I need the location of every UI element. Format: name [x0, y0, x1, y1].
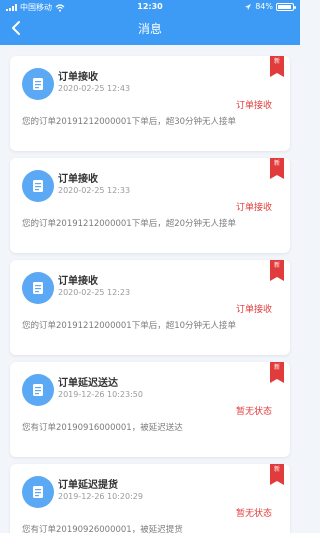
message-desc: 您的订单20191212000001下单后，超30分钟无人接单	[22, 117, 237, 127]
battery-percent: 84%	[255, 2, 273, 11]
message-title: 订单延迟提货	[58, 480, 118, 491]
status-bar: 中国移动 12:30 84%	[0, 0, 300, 14]
new-badge-icon: 新	[270, 464, 284, 485]
new-badge-icon: 新	[270, 158, 284, 179]
message-card[interactable]: 订单延迟提货 2019-12-26 10:20:29 暂无状态 您有订单2019…	[10, 464, 290, 533]
message-title: 订单接收	[58, 174, 98, 185]
message-note-icon	[22, 170, 54, 202]
new-badge-icon: 新	[270, 260, 284, 281]
message-title: 订单接收	[58, 72, 98, 83]
message-desc: 您的订单20191212000001下单后，超10分钟无人接单	[22, 321, 237, 331]
message-card[interactable]: 订单接收 2020-02-25 12:33 订单接收 您的订单201912120…	[10, 158, 290, 253]
message-desc: 您的订单20191212000001下单后，超20分钟无人接单	[22, 219, 237, 229]
new-badge-icon: 新	[270, 362, 284, 383]
message-note-icon	[22, 272, 54, 304]
message-time: 2020-02-25 12:43	[58, 84, 131, 93]
status-right: 84%	[244, 2, 296, 11]
battery-icon	[276, 2, 296, 11]
message-status: 订单接收	[235, 101, 272, 111]
top-header: 中国移动 12:30 84% 消息	[0, 0, 300, 45]
page-title: 消息	[137, 22, 162, 36]
message-status: 暂无状态	[235, 509, 272, 519]
message-note-icon	[22, 68, 54, 100]
message-status: 订单接收	[235, 203, 272, 213]
new-badge-icon: 新	[270, 56, 284, 77]
message-card[interactable]: 订单接收 2020-02-25 12:23 订单接收 您的订单201912120…	[10, 260, 290, 355]
message-desc: 您有订单20190916000001，被延迟送达	[22, 423, 183, 433]
message-time: 2019-12-26 10:23:50	[58, 390, 143, 399]
message-time: 2019-12-26 10:20:29	[58, 492, 143, 501]
message-title: 订单接收	[58, 276, 98, 287]
message-time: 2020-02-25 12:23	[58, 288, 131, 297]
message-card[interactable]: 订单接收 2020-02-25 12:43 订单接收 您的订单201912120…	[10, 56, 290, 151]
message-card[interactable]: 订单延迟送达 2019-12-26 10:23:50 暂无状态 您有订单2019…	[10, 362, 290, 457]
message-title: 订单延迟送达	[58, 378, 118, 389]
message-status: 订单接收	[235, 305, 272, 315]
location-icon	[245, 3, 252, 10]
message-note-icon	[22, 476, 54, 508]
battery-fill	[278, 4, 291, 9]
message-desc: 您有订单20190926000001，被延迟提货	[22, 525, 183, 533]
message-status: 暂无状态	[235, 407, 272, 417]
message-time: 2020-02-25 12:33	[58, 186, 131, 195]
message-note-icon	[22, 374, 54, 406]
